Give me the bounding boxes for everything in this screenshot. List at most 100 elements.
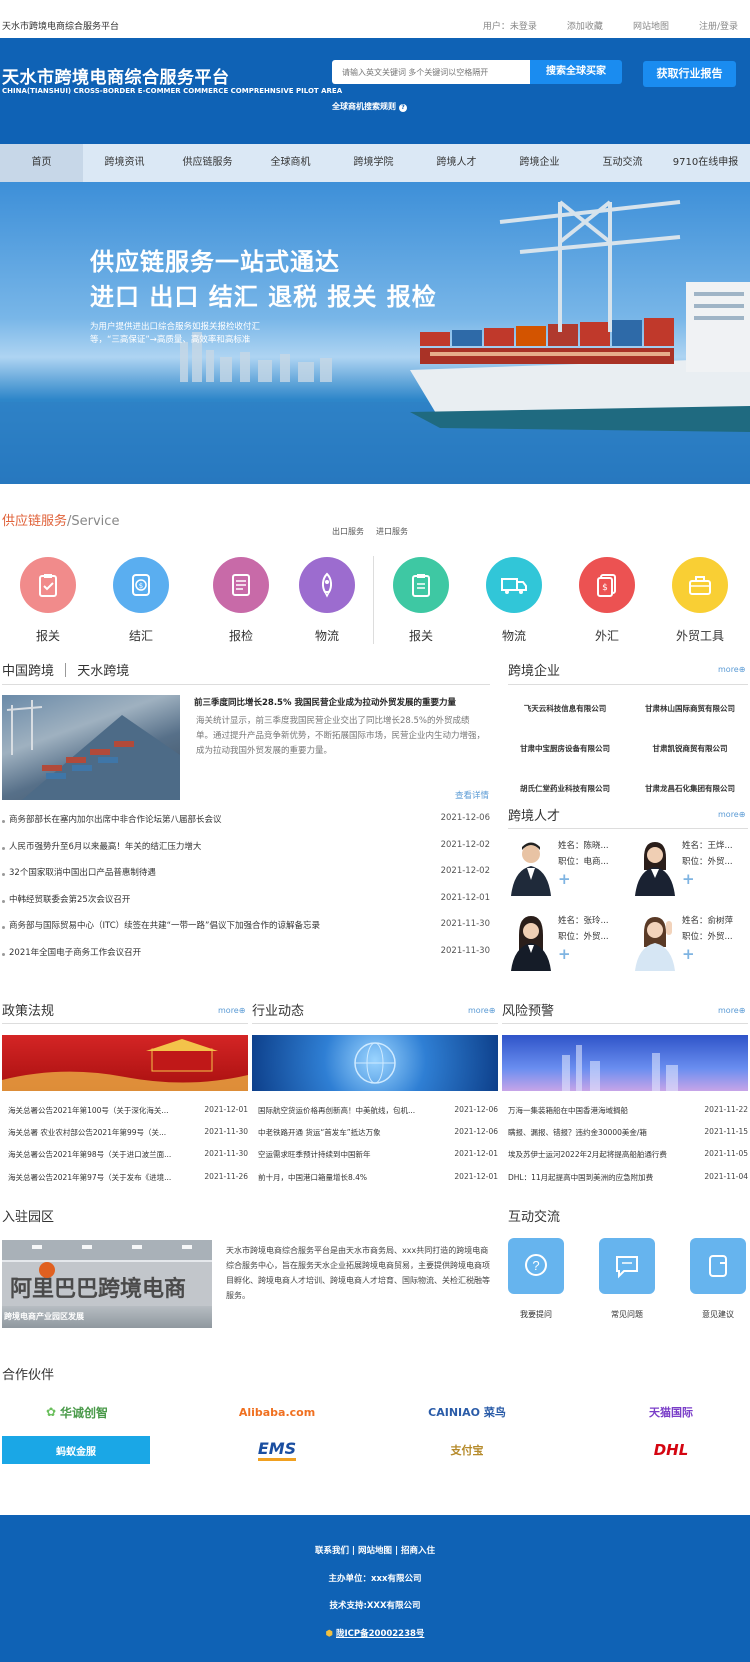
banner-title: 供应链服务一站式通达 xyxy=(90,248,340,276)
partner-logo[interactable]: CAINIAO 菜鸟 xyxy=(392,1398,542,1426)
service-title-en: /Service xyxy=(67,514,120,529)
news-list-item[interactable]: 商务部部长在塞内加尔出席中非合作论坛第八届部长会议 2021-12-06 xyxy=(2,813,490,825)
tab-tianshui-crossborder[interactable]: 天水跨境 xyxy=(77,664,129,679)
ask-question-button[interactable]: ? xyxy=(508,1238,564,1294)
footer-icp[interactable]: ⬢ 陇ICP备20002238号 xyxy=(0,1627,750,1639)
icp-number: 陇ICP备20002238号 xyxy=(335,1629,425,1639)
add-icon[interactable]: + xyxy=(682,870,695,888)
nav-online-declaration[interactable]: 9710在线申报 xyxy=(664,144,747,182)
nav-news[interactable]: 跨境资讯 xyxy=(83,144,166,182)
search-rules-label: 全球商机搜索规则 xyxy=(332,102,396,111)
partner-logo[interactable]: ✿ 华诚创智 xyxy=(2,1398,152,1426)
add-favorite-link[interactable]: 添加收藏 xyxy=(567,19,603,32)
tab-import-service[interactable]: 进口服务 xyxy=(376,527,408,536)
view-detail-link[interactable]: 查看详情 xyxy=(455,789,489,801)
policy-item-title: 海关总署 农业农村部公告2021年第99号（关... xyxy=(8,1127,188,1138)
clipboard-icon xyxy=(412,574,430,597)
enterprise-item[interactable]: 甘肃林山国际商贸有限公司 xyxy=(625,703,750,714)
nav-academy[interactable]: 跨境学院 xyxy=(332,144,415,182)
nav-supply-chain[interactable]: 供应链服务 xyxy=(166,144,249,182)
policy-header: 政策法规 xyxy=(2,1000,248,1024)
risk-banner-image[interactable] xyxy=(502,1035,748,1091)
main-nav: 首页 跨境资讯 供应链服务 全球商机 跨境学院 跨境人才 跨境企业 互动交流 9… xyxy=(0,144,750,182)
hero-banner[interactable]: 供应链服务一站式通达 进口 出口 结汇 退税 报关 报检 为用户提供进出口综合服… xyxy=(0,182,750,484)
search-buyers-button[interactable]: 搜索全球买家 xyxy=(530,60,622,84)
interaction-header: 互动交流 xyxy=(508,1206,748,1230)
tab-divider xyxy=(65,663,67,677)
talent-name: 姓名：张玲... xyxy=(558,916,609,926)
service-trade-tools-button[interactable] xyxy=(672,557,728,613)
enterprise-header: 跨境企业 xyxy=(508,660,748,685)
tab-china-crossborder[interactable]: 中国跨境 xyxy=(2,664,54,679)
service-logistics-button[interactable] xyxy=(299,557,355,613)
talent-header: 跨境人才 xyxy=(508,805,748,829)
nav-global-opportunities[interactable]: 全球商机 xyxy=(249,144,332,182)
service-logistics-import-button[interactable] xyxy=(486,557,542,613)
enterprise-item[interactable]: 飞天云科技信息有限公司 xyxy=(500,703,630,714)
industry-report-button[interactable]: 获取行业报告 xyxy=(643,61,736,87)
interaction-title: 互动交流 xyxy=(508,1210,561,1225)
enterprise-item[interactable]: 胡氏仁堂药业科技有限公司 xyxy=(500,783,630,794)
policy-banner-image[interactable] xyxy=(2,1035,248,1091)
park-image[interactable]: 阿里巴巴跨境电商 跨境电商产业园区发展 xyxy=(2,1240,212,1328)
search-input[interactable] xyxy=(332,60,530,84)
partner-logo[interactable]: Alibaba.com xyxy=(202,1398,352,1426)
service-settlement-button[interactable]: $ xyxy=(113,557,169,613)
add-icon[interactable]: + xyxy=(558,945,571,963)
enterprise-item[interactable]: 甘肃中宝厨房设备有限公司 xyxy=(500,743,630,754)
add-icon[interactable]: + xyxy=(558,870,571,888)
brand-title[interactable]: 天水市跨境电商综合服务平台 xyxy=(2,63,230,88)
city-illustration xyxy=(562,1045,678,1091)
footer-links[interactable]: 联系我们 | 网站地图 | 招商入住 xyxy=(0,1544,750,1556)
enterprise-item[interactable]: 甘肃龙昌石化集团有限公司 xyxy=(625,783,750,794)
svg-text:阿里巴巴跨境电商: 阿里巴巴跨境电商 xyxy=(10,1276,186,1301)
enterprise-item[interactable]: 甘肃凯锐商贸有限公司 xyxy=(625,743,750,754)
add-icon[interactable]: + xyxy=(682,945,695,963)
news-list-item[interactable]: 2021年全国电子商务工作会议召开 2021-11-30 xyxy=(2,946,490,958)
feedback-label: 意见建议 xyxy=(702,1310,734,1319)
avatar xyxy=(632,911,678,971)
rocket-icon xyxy=(321,572,333,598)
nav-talent[interactable]: 跨境人才 xyxy=(415,144,498,182)
sitemap-link[interactable]: 网站地图 xyxy=(633,19,669,32)
news-item-date: 2021-12-02 xyxy=(440,840,490,850)
news-thumbnail[interactable] xyxy=(2,695,180,800)
register-login-link[interactable]: 注册/登录 xyxy=(699,19,738,32)
news-list-item[interactable]: 32个国家取消中国出口产品普惠制待遇 2021-12-02 xyxy=(2,866,490,878)
nav-enterprise[interactable]: 跨境企业 xyxy=(498,144,581,182)
news-list-item[interactable]: 中韩经贸联委会第25次会议召开 2021-12-01 xyxy=(2,893,490,905)
industry-more-link[interactable]: more⊕ xyxy=(468,1006,495,1015)
svg-text:$: $ xyxy=(139,582,143,590)
faq-button[interactable] xyxy=(599,1238,655,1294)
partner-logo[interactable]: EMS xyxy=(202,1436,352,1464)
news-headline[interactable]: 前三季度同比增长28.5% 我国民营企业成为拉动外贸发展的重要力量 xyxy=(194,696,484,708)
feedback-button[interactable] xyxy=(690,1238,746,1294)
woman-portrait xyxy=(635,842,675,896)
enterprise-more-link[interactable]: more⊕ xyxy=(718,665,745,674)
risk-more-link[interactable]: more⊕ xyxy=(718,1006,745,1015)
partner-logo[interactable]: 蚂蚁金服 xyxy=(2,1436,150,1464)
partner-name: DHL xyxy=(653,1441,689,1459)
industry-banner-image[interactable] xyxy=(252,1035,498,1091)
nav-interaction[interactable]: 互动交流 xyxy=(581,144,664,182)
talent-name: 姓名：俞树萍 xyxy=(682,916,734,926)
news-list-item[interactable]: 人民币强势升至6月以来最高！年关的结汇压力增大 2021-12-02 xyxy=(2,840,490,852)
talent-more-link[interactable]: more⊕ xyxy=(718,810,745,819)
news-list-item[interactable]: 商务部与国际贸易中心（ITC）续签在共建“一带一路”倡议下加强合作的谅解备忘录 2… xyxy=(2,919,490,931)
clipboard-icon xyxy=(39,574,57,597)
police-badge-icon: ⬢ xyxy=(325,1629,333,1639)
nav-home[interactable]: 首页 xyxy=(0,144,83,182)
service-customs-import-button[interactable] xyxy=(393,557,449,613)
news-item-date: 2021-11-30 xyxy=(440,946,490,956)
service-forex-button[interactable]: $ xyxy=(579,557,635,613)
service-customs-button[interactable] xyxy=(20,557,76,613)
search-rules-link[interactable]: 全球商机搜索规则? xyxy=(332,101,407,112)
policy-more-link[interactable]: more⊕ xyxy=(218,1006,245,1015)
industry-item-date: 2021-12-06 xyxy=(454,1127,498,1136)
partner-logo[interactable]: DHL xyxy=(596,1436,746,1464)
service-inspection-button[interactable] xyxy=(213,557,269,613)
tab-export-service[interactable]: 出口服务 xyxy=(332,527,364,536)
partner-logo[interactable]: 天猫国际 xyxy=(596,1398,746,1426)
partner-logo[interactable]: 支付宝 xyxy=(392,1436,542,1464)
user-status-link[interactable]: 用户：未登录 xyxy=(483,19,537,32)
